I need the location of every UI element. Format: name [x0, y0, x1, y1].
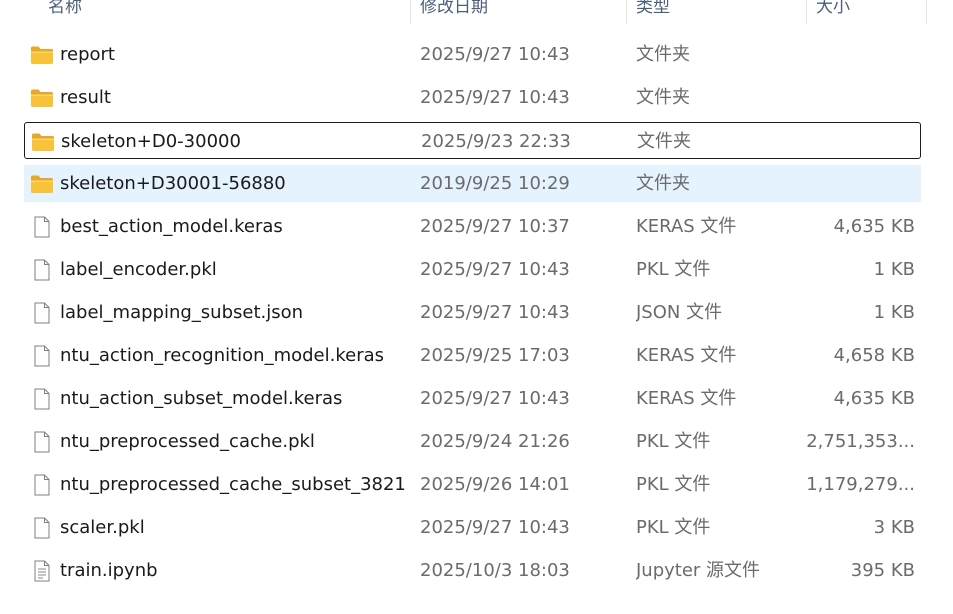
file-date-modified: 2019/9/25 10:29: [420, 173, 570, 194]
file-icon: [30, 302, 54, 324]
column-divider[interactable]: [626, 0, 627, 24]
file-row[interactable]: label_encoder.pkl 2025/9/27 10:43 PKL 文件 1 …: [24, 251, 921, 288]
folder-icon: [30, 44, 54, 66]
file-size: [795, 79, 915, 116]
file-date-modified: 2025/9/24 21:26: [420, 431, 570, 452]
file-type: 文件夹: [636, 173, 690, 194]
file-size: [795, 165, 915, 202]
file-icon: [30, 259, 54, 281]
file-size: 2,751,353...: [806, 431, 915, 452]
file-explorer-details-view: 名称 修改日期 类型 大小 report 2025/9/27 10:43 文件夹 re…: [0, 0, 953, 614]
file-size: 4,658 KB: [833, 345, 915, 366]
file-date-modified: 2025/9/27 10:43: [420, 302, 570, 323]
column-divider[interactable]: [410, 0, 411, 24]
file-type: 文件夹: [636, 87, 690, 108]
file-row[interactable]: ntu_preprocessed_cache_subset_3821... 202…: [24, 466, 921, 503]
file-type: PKL 文件: [636, 259, 711, 280]
file-name: skeleton+D0-30000: [61, 131, 241, 152]
file-name: label_mapping_subset.json: [60, 302, 304, 323]
file-type: Jupyter 源文件: [636, 560, 761, 581]
file-size: 3 KB: [873, 517, 915, 538]
file-row[interactable]: skeleton+D30001-56880 2019/9/25 10:29 文件夹: [24, 165, 921, 202]
file-type: KERAS 文件: [636, 345, 737, 366]
notebook-file-icon: [30, 560, 54, 582]
file-icon: [30, 388, 54, 410]
file-row[interactable]: ntu_action_recognition_model.keras 2025/9…: [24, 337, 921, 374]
file-name: label_encoder.pkl: [60, 259, 217, 280]
file-size: 4,635 KB: [833, 388, 915, 409]
file-icon: [30, 517, 54, 539]
file-size: 395 KB: [850, 560, 915, 581]
file-icon: [30, 216, 54, 238]
file-size: [794, 123, 914, 160]
file-date-modified: 2025/9/27 10:43: [420, 259, 570, 280]
file-type: KERAS 文件: [636, 216, 737, 237]
column-header-name[interactable]: 名称: [48, 0, 82, 22]
file-row[interactable]: skeleton+D0-30000 2025/9/23 22:33 文件夹: [24, 122, 921, 159]
file-type: PKL 文件: [636, 517, 711, 538]
file-date-modified: 2025/9/27 10:37: [420, 216, 570, 237]
file-date-modified: 2025/9/25 17:03: [420, 345, 570, 366]
column-header-type[interactable]: 类型: [636, 0, 670, 22]
file-size: 1,179,279...: [806, 474, 915, 495]
file-name: scaler.pkl: [60, 517, 145, 538]
file-date-modified: 2025/9/26 14:01: [420, 474, 570, 495]
folder-icon: [30, 173, 54, 195]
column-divider[interactable]: [806, 0, 807, 24]
file-size: 1 KB: [873, 302, 915, 323]
file-name: result: [60, 87, 111, 108]
file-name: best_action_model.keras: [60, 216, 283, 237]
file-name: ntu_action_subset_model.keras: [60, 388, 343, 409]
file-type: 文件夹: [637, 131, 691, 152]
file-row[interactable]: report 2025/9/27 10:43 文件夹: [24, 36, 921, 73]
file-date-modified: 2025/9/23 22:33: [421, 131, 571, 152]
file-date-modified: 2025/9/27 10:43: [420, 44, 570, 65]
file-row[interactable]: scaler.pkl 2025/9/27 10:43 PKL 文件 3 KB: [24, 509, 921, 546]
file-name: ntu_action_recognition_model.keras: [60, 345, 385, 366]
file-date-modified: 2025/10/3 18:03: [420, 560, 570, 581]
file-row[interactable]: ntu_preprocessed_cache.pkl 2025/9/24 21:2…: [24, 423, 921, 460]
column-header-date[interactable]: 修改日期: [420, 0, 488, 22]
file-name: train.ipynb: [60, 560, 158, 581]
file-name: ntu_preprocessed_cache_subset_3821...: [60, 474, 405, 495]
file-name: ntu_preprocessed_cache.pkl: [60, 431, 315, 452]
file-type: 文件夹: [636, 44, 690, 65]
file-row[interactable]: train.ipynb 2025/10/3 18:03 Jupyter 源文件 395…: [24, 552, 921, 589]
column-header-bar: 名称 修改日期 类型 大小: [0, 0, 953, 24]
file-type: PKL 文件: [636, 431, 711, 452]
file-row[interactable]: label_mapping_subset.json 2025/9/27 10:43…: [24, 294, 921, 331]
file-size: [795, 36, 915, 73]
file-row[interactable]: best_action_model.keras 2025/9/27 10:37 KE…: [24, 208, 921, 245]
file-icon: [30, 474, 54, 496]
file-name: skeleton+D30001-56880: [60, 173, 286, 194]
file-name: report: [60, 44, 115, 65]
file-row[interactable]: ntu_action_subset_model.keras 2025/9/27 1…: [24, 380, 921, 417]
file-type: KERAS 文件: [636, 388, 737, 409]
file-size: 4,635 KB: [833, 216, 915, 237]
file-date-modified: 2025/9/27 10:43: [420, 517, 570, 538]
column-divider[interactable]: [926, 0, 927, 24]
folder-icon: [31, 131, 55, 153]
file-date-modified: 2025/9/27 10:43: [420, 87, 570, 108]
file-row[interactable]: result 2025/9/27 10:43 文件夹: [24, 79, 921, 116]
file-type: JSON 文件: [636, 302, 723, 323]
folder-icon: [30, 87, 54, 109]
file-date-modified: 2025/9/27 10:43: [420, 388, 570, 409]
file-size: 1 KB: [873, 259, 915, 280]
file-icon: [30, 431, 54, 453]
column-header-size[interactable]: 大小: [816, 0, 850, 22]
file-type: PKL 文件: [636, 474, 711, 495]
file-icon: [30, 345, 54, 367]
